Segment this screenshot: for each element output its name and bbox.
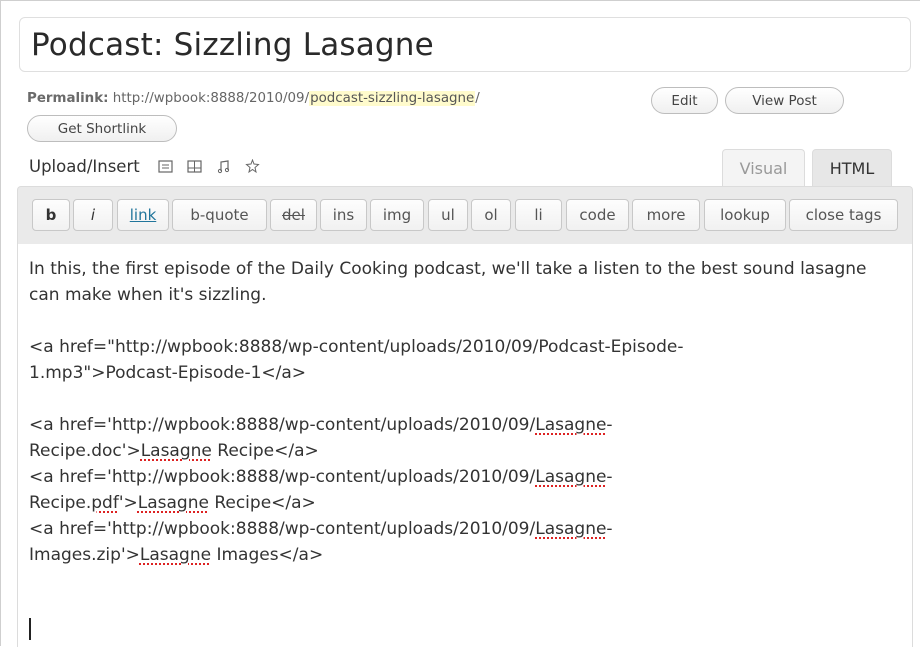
content-line: 1.mp3">Podcast-Episode-1</a> xyxy=(29,363,307,383)
misspelled-word: Lasagne xyxy=(535,519,607,539)
img-button[interactable]: img xyxy=(370,199,424,231)
content-line: Recipe.pdf'>Lasagne Recipe</a> xyxy=(29,493,316,513)
content-line: <a href='http://wpbook:8888/wp-content/u… xyxy=(29,415,613,435)
permalink-url-suffix: / xyxy=(475,91,480,106)
misspelled-word: pdf xyxy=(91,493,119,513)
upload-insert-row: Upload/Insert xyxy=(29,157,260,176)
view-post-button[interactable]: View Post xyxy=(725,87,844,114)
link-button[interactable]: link xyxy=(117,199,169,231)
audio-icon[interactable] xyxy=(216,159,231,174)
permalink-slug[interactable]: podcast-sizzling-lasagne xyxy=(309,91,476,106)
tab-visual[interactable]: Visual xyxy=(722,149,805,186)
ol-button[interactable]: ol xyxy=(471,199,511,231)
code-button[interactable]: code xyxy=(566,199,629,231)
more-button[interactable]: more xyxy=(632,199,700,231)
editor-frame: Podcast: Sizzling Lasagne Permalink: htt… xyxy=(0,0,920,647)
content-line: <a href="http://wpbook:8888/wp-content/u… xyxy=(29,337,684,357)
ins-button[interactable]: ins xyxy=(320,199,367,231)
edit-permalink-button[interactable]: Edit xyxy=(651,87,718,114)
italic-button[interactable]: i xyxy=(73,199,113,231)
del-button[interactable]: del xyxy=(270,199,317,231)
misspelled-word: Lasagne xyxy=(535,415,607,435)
image-icon[interactable] xyxy=(158,159,173,174)
upload-insert-label: Upload/Insert xyxy=(29,157,140,176)
post-editor: Podcast: Sizzling Lasagne Permalink: htt… xyxy=(17,17,913,647)
video-icon[interactable] xyxy=(187,159,202,174)
close-tags-button[interactable]: close tags xyxy=(789,199,898,231)
content-line: <a href='http://wpbook:8888/wp-content/u… xyxy=(29,467,613,487)
misspelled-word: Lasagne xyxy=(535,467,607,487)
content-line: Recipe.doc'>Lasagne Recipe</a> xyxy=(29,441,319,461)
misspelled-word: Lasagne xyxy=(140,441,212,461)
misspelled-word: Lasagne xyxy=(137,493,209,513)
get-shortlink-button[interactable]: Get Shortlink xyxy=(27,115,177,142)
post-title[interactable]: Podcast: Sizzling Lasagne xyxy=(31,27,434,63)
content-text: In this, the first episode of the Daily … xyxy=(29,256,889,568)
content-textarea[interactable]: In this, the first episode of the Daily … xyxy=(17,244,913,647)
bold-button[interactable]: b xyxy=(32,199,70,231)
tab-html[interactable]: HTML xyxy=(812,149,892,186)
content-line: <a href='http://wpbook:8888/wp-content/u… xyxy=(29,519,613,539)
html-toolbar: b i link b-quote del ins img ul ol li co… xyxy=(17,186,913,244)
content-paragraph: In this, the first episode of the Daily … xyxy=(29,259,867,305)
content-line: Images.zip'>Lasagne Images</a> xyxy=(29,545,324,565)
permalink-url-prefix: http://wpbook:8888/2010/09/ xyxy=(112,91,310,106)
title-field[interactable]: Podcast: Sizzling Lasagne xyxy=(19,17,911,72)
permalink-label: Permalink: xyxy=(27,91,109,106)
li-button[interactable]: li xyxy=(515,199,562,231)
text-caret xyxy=(29,618,31,640)
permalink-row: Permalink: http://wpbook:8888/2010/09/po… xyxy=(27,91,480,106)
misspelled-word: Lasagne xyxy=(139,545,212,565)
lookup-button[interactable]: lookup xyxy=(704,199,786,231)
ul-button[interactable]: ul xyxy=(428,199,468,231)
blockquote-button[interactable]: b-quote xyxy=(172,199,267,231)
media-icon[interactable] xyxy=(245,158,260,174)
